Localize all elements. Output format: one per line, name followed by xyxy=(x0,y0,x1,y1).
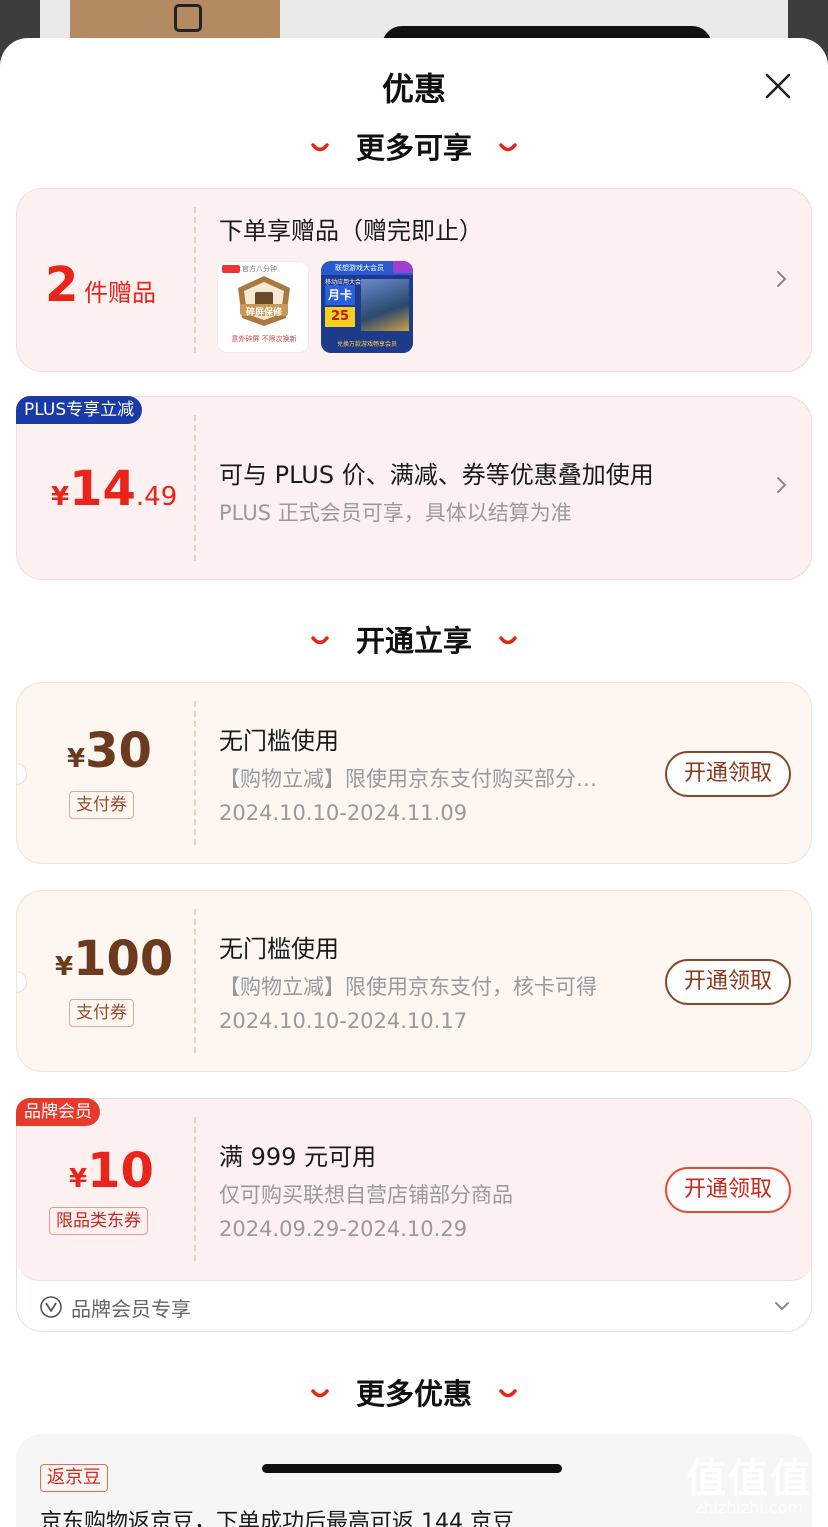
section-title-open-enjoy: 开通立享 xyxy=(0,619,828,663)
brand-member-coupon-card[interactable]: ¥10 限品类东券 满 999 元可用 仅可购买联想自营店铺部分商品 2024.… xyxy=(16,1098,812,1332)
plus-title: 可与 PLUS 价、满减、券等优惠叠加使用 xyxy=(219,461,654,489)
shield-badge-icon xyxy=(238,276,290,326)
watermark-brand: 值值值 xyxy=(686,1456,812,1502)
gift-price-text: 25 xyxy=(325,307,355,327)
gift-badge-text: 碎屏保修 xyxy=(245,308,282,318)
coupon-desc: 仅可购买联想自营店铺部分商品 xyxy=(219,1183,513,1207)
jd-beans-text: 京东购物返京豆，下单成功后最高可返 144 京豆 xyxy=(40,1510,514,1527)
coupon-type-tag: 限品类东券 xyxy=(49,1207,148,1235)
coupon-date: 2024.10.10-2024.11.09 xyxy=(219,801,468,825)
open-claim-button[interactable]: 开通领取 xyxy=(665,751,791,797)
gift-main-text: 月卡 xyxy=(325,285,355,305)
watermark-domain: zhizhizhi.com xyxy=(694,1498,804,1517)
gift-logo-icon xyxy=(222,265,240,273)
chevron-right-icon[interactable] xyxy=(775,269,789,289)
gift-title: 下单享赠品（赠完即止） xyxy=(219,217,483,245)
gift-image-screen-warranty[interactable]: 官方八分钟 碎屏保修 意外碎屏 不限次换新 xyxy=(217,261,309,353)
card-divider xyxy=(194,207,196,353)
watermark: 值值值 zhizhizhi.com xyxy=(676,1446,822,1524)
coupon-card[interactable]: ¥30 支付券 无门槛使用 【购物立减】限使用京东支付购买部分… 2024.10… xyxy=(16,682,812,864)
gift-count: 2 件赠品 xyxy=(45,257,156,313)
smile-decoration-icon xyxy=(499,636,517,645)
card-divider xyxy=(194,909,196,1053)
sheet-header: 优惠 xyxy=(0,38,828,130)
chevron-down-icon[interactable] xyxy=(773,1299,791,1313)
plus-subtitle: PLUS 正式会员可享，具体以结算为准 xyxy=(219,501,572,525)
home-indicator xyxy=(262,1464,562,1473)
gift-bottom-text: 意外碎屏 不限次换新 xyxy=(231,335,297,343)
gift-top-text: 联想游戏大会员 xyxy=(335,264,384,272)
smile-decoration-icon xyxy=(311,1389,329,1398)
card-divider xyxy=(194,701,196,845)
brand-member-label: 品牌会员专享 xyxy=(71,1297,191,1321)
brand-logo-icon xyxy=(174,4,202,32)
plus-discount-card[interactable]: ¥14.49 可与 PLUS 价、满减、券等优惠叠加使用 PLUS 正式会员可享… xyxy=(16,396,812,580)
coupon-date: 2024.10.10-2024.10.17 xyxy=(219,1009,468,1033)
section-title-more-enjoy: 更多可享 xyxy=(0,126,828,170)
offers-sheet: 优惠 更多可享 2 件赠品 下单享赠品（赠完即止） 官方八分钟 碎屏保修 意外碎… xyxy=(0,38,828,1527)
coupon-title: 满 999 元可用 xyxy=(219,1143,377,1171)
coupon-title: 无门槛使用 xyxy=(219,935,339,963)
open-claim-button[interactable]: 开通领取 xyxy=(665,1167,791,1213)
close-icon[interactable] xyxy=(760,68,796,104)
coupon-date: 2024.09.29-2024.10.29 xyxy=(219,1217,468,1241)
section-label: 更多可享 xyxy=(355,131,472,165)
coupon-amount: ¥100 xyxy=(55,931,174,987)
coupon-title: 无门槛使用 xyxy=(219,727,339,755)
chevron-right-icon[interactable] xyxy=(775,475,789,495)
section-label: 更多优惠 xyxy=(355,1377,472,1411)
coupon-amount: ¥30 xyxy=(67,723,152,779)
plus-corner-tag: PLUS专享立减 xyxy=(16,396,143,424)
gift-card[interactable]: 2 件赠品 下单享赠品（赠完即止） 官方八分钟 碎屏保修 意外碎屏 不限次换新 … xyxy=(16,188,812,372)
game-character-image xyxy=(361,279,409,331)
gift-corner-icon xyxy=(393,261,413,273)
open-claim-button[interactable]: 开通领取 xyxy=(665,959,791,1005)
brand-member-corner-tag: 品牌会员 xyxy=(16,1098,100,1126)
jd-beans-tag: 返京豆 xyxy=(40,1464,108,1492)
coupon-desc: 【购物立减】限使用京东支付，核卡可得 xyxy=(219,975,597,999)
smile-decoration-icon xyxy=(311,143,329,152)
section-title-more-offers: 更多优惠 xyxy=(0,1372,828,1416)
card-divider xyxy=(194,1117,196,1261)
gift-bottom-text: 兑换万款游戏畅享会员 xyxy=(336,341,397,348)
gift-top-text: 官方八分钟 xyxy=(242,265,277,273)
section-label: 开通立享 xyxy=(355,624,472,658)
coupon-amount: ¥10 xyxy=(69,1143,154,1199)
card-divider xyxy=(194,415,196,561)
plus-amount: ¥14.49 xyxy=(51,461,178,517)
brand-member-icon xyxy=(40,1296,62,1318)
coupon-notch xyxy=(17,971,27,993)
smile-decoration-icon xyxy=(311,636,329,645)
coupon-type-tag: 支付券 xyxy=(69,791,134,819)
brand-member-row[interactable]: 品牌会员专享 xyxy=(17,1281,811,1331)
smile-decoration-icon xyxy=(499,143,517,152)
coupon-card[interactable]: ¥100 支付券 无门槛使用 【购物立减】限使用京东支付，核卡可得 2024.1… xyxy=(16,890,812,1072)
sheet-title: 优惠 xyxy=(381,70,446,108)
gift-image-game-vip[interactable]: 联想游戏大会员 移动应用大会员 月卡 25 兑换万款游戏畅享会员 xyxy=(321,261,413,353)
coupon-desc: 【购物立减】限使用京东支付购买部分… xyxy=(219,767,597,791)
coupon-notch xyxy=(17,763,27,785)
smile-decoration-icon xyxy=(499,1389,517,1398)
coupon-type-tag: 支付券 xyxy=(69,999,134,1027)
